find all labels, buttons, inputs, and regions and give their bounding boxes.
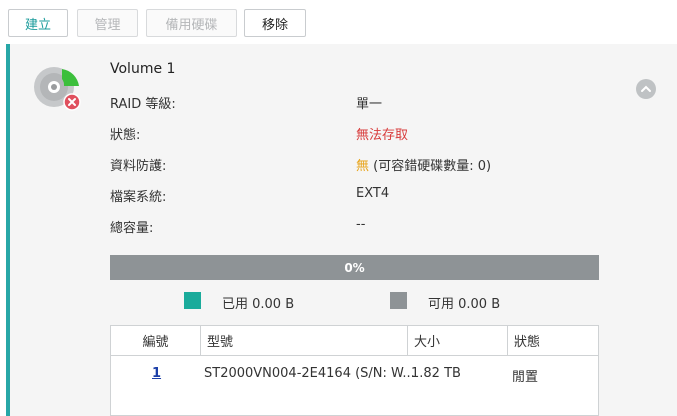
selection-accent-bar: [6, 44, 10, 416]
status-label: 狀態:: [110, 128, 141, 143]
remove-button[interactable]: 移除: [244, 9, 306, 37]
data-protection-value: 無 (可容錯硬碟數量: 0): [356, 155, 491, 174]
column-header-status[interactable]: 狀態: [508, 326, 598, 356]
toolbar: 建立 管理 備用硬碟 移除: [0, 0, 677, 44]
error-x-icon: [63, 93, 81, 111]
disk-size: 1.82 TB: [411, 366, 461, 381]
filesystem-value: EXT4: [356, 186, 390, 201]
total-capacity-label: 總容量:: [110, 221, 154, 236]
data-protection-highlight: 無: [356, 159, 370, 174]
raid-level-value: 單一: [356, 97, 383, 112]
manage-button[interactable]: 管理: [77, 9, 138, 37]
chevron-up-icon[interactable]: [636, 79, 656, 99]
column-header-size[interactable]: 大小: [408, 326, 508, 356]
used-legend-label: 已用 0.00 B: [222, 297, 295, 312]
disk-id-link[interactable]: 1: [152, 366, 161, 381]
filesystem-label: 檔案系統:: [110, 190, 167, 205]
spare-disk-button[interactable]: 備用硬碟: [146, 9, 237, 37]
column-header-id[interactable]: 編號: [111, 326, 201, 356]
disk-table: 編號 型號 大小 狀態 1 ST2000VN004-2E4164 (S/N: W…: [110, 325, 599, 416]
free-legend-label: 可用 0.00 B: [428, 297, 501, 312]
data-protection-label: 資料防護:: [110, 159, 167, 174]
create-button[interactable]: 建立: [8, 9, 68, 37]
usage-progress-bar: 0%: [110, 255, 599, 280]
disk-status: 閒置: [512, 370, 539, 385]
total-capacity-value: --: [356, 217, 366, 232]
column-header-model[interactable]: 型號: [201, 326, 408, 356]
status-value: 無法存取: [356, 128, 409, 143]
data-protection-detail: (可容錯硬碟數量: 0): [369, 159, 492, 174]
volume-title: Volume 1: [110, 61, 176, 77]
disk-model: ST2000VN004-2E4164 (S/N: W...: [204, 366, 415, 381]
free-legend-swatch: [390, 292, 407, 309]
usage-percent: 0%: [344, 260, 365, 275]
used-legend-swatch: [184, 292, 201, 309]
raid-level-label: RAID 等級:: [110, 97, 176, 112]
